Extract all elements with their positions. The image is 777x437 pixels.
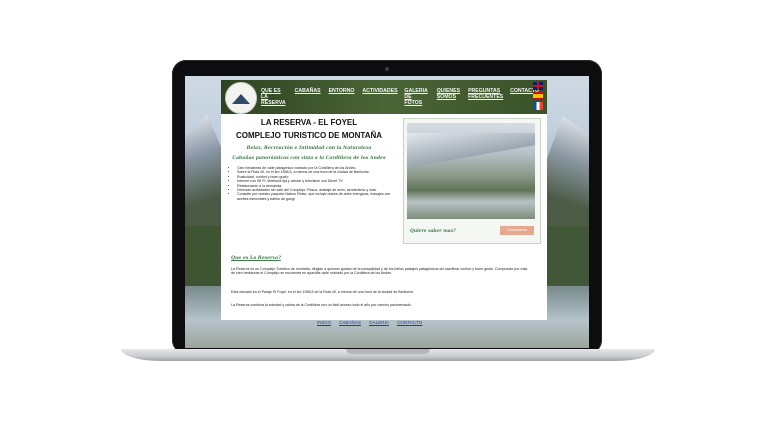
- page-title: LA RESERVA - EL FOYEL: [260, 118, 358, 127]
- features-list: Cien hectáreas de valle patagónico rodea…: [231, 166, 401, 201]
- nav-item-galeria[interactable]: GALERIA DE FOTOS: [404, 88, 428, 106]
- nav-item-preguntas[interactable]: PREGUNTAS FRECUENTES: [468, 88, 503, 106]
- footer-link-inicio[interactable]: INICIO: [317, 320, 331, 325]
- france-flag-icon[interactable]: [533, 102, 543, 110]
- landscape-photo: [407, 123, 535, 219]
- footer-link-cabanas[interactable]: CABAÑAS: [339, 320, 361, 325]
- nav-item-entorno[interactable]: ENTORNO: [329, 88, 355, 106]
- laptop-notch: [346, 349, 430, 354]
- footer-nav: INICIO CABAÑAS GALERIA CONTACTO: [317, 320, 422, 325]
- spain-flag-icon[interactable]: [533, 92, 543, 100]
- list-item: Consulte por nuestro paquete Naturo Rela…: [237, 192, 401, 201]
- nav-item-que-es[interactable]: QUE ES LA RESERVA: [261, 88, 287, 106]
- photo-box: Quiere saber mas? Contactenos: [403, 118, 541, 244]
- content-panel: LA RESERVA - EL FOYEL COMPLEJO TURISTICO…: [221, 114, 547, 320]
- laptop-lid: QUE ES LA RESERVA CABAÑAS ENTORNO ACTIVI…: [172, 60, 602, 354]
- main-nav: QUE ES LA RESERVA CABAÑAS ENTORNO ACTIVI…: [261, 88, 547, 106]
- nav-item-cabanas[interactable]: CABAÑAS: [295, 88, 321, 106]
- language-flags: [533, 82, 543, 110]
- tagline-1: Relax, Recreación e Intimidad con la Nat…: [246, 146, 372, 151]
- laptop-screen: QUE ES LA RESERVA CABAÑAS ENTORNO ACTIVI…: [185, 76, 589, 348]
- uk-flag-icon[interactable]: [533, 82, 543, 90]
- tagline-2: Cabañas panorámicas con vista a la Cordi…: [232, 156, 386, 161]
- mountain-right: [545, 116, 589, 236]
- nav-item-actividades[interactable]: ACTIVIDADES: [362, 88, 397, 106]
- paragraph: Está ubicado en el Paraje El Foyel, en e…: [231, 290, 415, 294]
- trees-right: [543, 226, 589, 286]
- site-logo[interactable]: [225, 82, 257, 114]
- footer-link-contacto[interactable]: CONTACTO: [397, 320, 422, 325]
- mountain-left: [185, 114, 225, 234]
- contact-button[interactable]: Contactenos: [500, 226, 534, 235]
- photo-caption: Quiere saber mas?: [410, 229, 456, 234]
- footer-link-galeria[interactable]: GALERIA: [369, 320, 389, 325]
- paragraph: La Reserva combina la soledad y calma de…: [231, 303, 412, 307]
- camera-icon: [385, 67, 389, 71]
- nav-item-quienes[interactable]: QUIENES SOMOS: [437, 88, 460, 106]
- page-subtitle: COMPLEJO TURISTICO DE MONTAÑA: [235, 131, 383, 140]
- paragraph: La Reserva es un Complejo Turistico de m…: [231, 267, 528, 276]
- site-header: QUE ES LA RESERVA CABAÑAS ENTORNO ACTIVI…: [221, 80, 547, 114]
- section-title: Que es La Reserva?: [231, 256, 281, 261]
